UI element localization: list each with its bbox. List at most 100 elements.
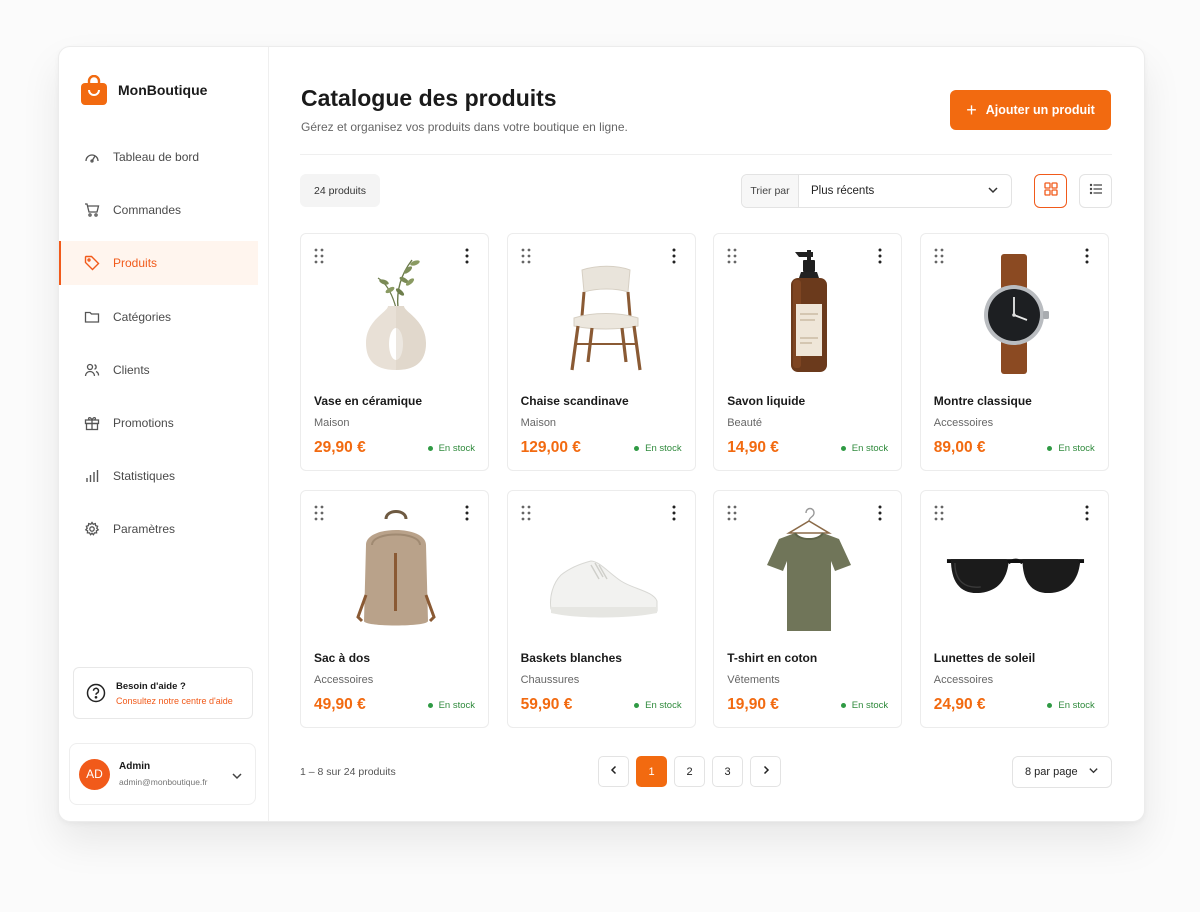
stock-label: En stock (645, 443, 682, 454)
product-name: Vase en céramique (314, 394, 423, 408)
users-icon (84, 362, 100, 378)
sort-control: Trier par Plus récents (741, 174, 1012, 208)
chevron-down-icon (987, 184, 999, 199)
sidebar-item-orders[interactable]: Commandes (59, 188, 269, 232)
product-card[interactable]: Lunettes de soleil Accessoires 24,90 € E… (919, 490, 1109, 728)
gear-icon (84, 521, 100, 537)
user-menu[interactable]: AD Admin admin@monboutique.fr (69, 743, 256, 805)
sidebar-item-settings[interactable]: Paramètres (59, 507, 269, 551)
sunglasses-image (941, 503, 1090, 637)
bar-chart-icon (84, 468, 100, 484)
stock-dot-icon (1047, 703, 1053, 708)
stock-status: En stock (634, 443, 682, 454)
help-circle-icon (86, 683, 106, 703)
product-price: 24,90 € (933, 696, 986, 713)
pagination-info: 1 – 8 sur 24 produits (300, 766, 396, 778)
product-card[interactable]: Sac à dos Accessoires 49,90 € En stock (300, 490, 489, 728)
stock-dot-icon (840, 703, 846, 708)
sidebar-item-clients[interactable]: Clients (59, 348, 269, 392)
sidebar-item-label: Clients (113, 362, 150, 377)
list-view-button[interactable] (1079, 174, 1112, 208)
shopping-bag-logo-icon (81, 74, 107, 105)
sneaker-image (528, 503, 677, 637)
stock-status: En stock (427, 700, 475, 711)
watch-image (941, 246, 1090, 380)
chevron-down-icon (1088, 765, 1099, 779)
sidebar-item-dashboard[interactable]: Tableau de bord (59, 135, 269, 179)
stock-dot-icon (1047, 446, 1053, 451)
product-price: 19,90 € (727, 696, 779, 713)
product-category: Maison (520, 417, 557, 429)
product-count-badge: 24 produits (300, 174, 380, 207)
next-page-button[interactable] (750, 756, 781, 787)
page-button[interactable]: 3 (712, 756, 743, 787)
sidebar-nav: Tableau de bord Commandes Produits Catég… (59, 135, 269, 561)
product-card[interactable]: Vase en céramique Maison 29,90 € En stoc… (300, 233, 489, 471)
chevron-right-icon (761, 765, 771, 778)
product-card[interactable]: T-shirt en coton Vêtements 19,90 € En st… (713, 490, 903, 728)
stock-dot-icon (634, 446, 640, 451)
page-title: Catalogue des produits (301, 85, 557, 111)
soap-bottle-image (734, 246, 883, 380)
help-text: Besoin d'aide ? Consultez notre centre d… (116, 681, 233, 706)
grid-icon (1043, 181, 1058, 201)
prev-page-button[interactable] (598, 756, 629, 787)
stock-status: En stock (634, 700, 682, 711)
chevron-down-icon[interactable] (231, 769, 243, 781)
stock-label: En stock (645, 700, 682, 711)
brand[interactable]: MonBoutique (81, 74, 207, 105)
gift-icon (84, 415, 100, 431)
product-name: Montre classique (933, 394, 1032, 408)
product-name: Chaise scandinave (520, 394, 629, 408)
sidebar-item-statistics[interactable]: Statistiques (59, 454, 269, 498)
vase-image (321, 246, 470, 380)
product-price: 89,00 € (933, 439, 986, 456)
stock-dot-icon (634, 703, 640, 708)
stock-label: En stock (851, 443, 889, 454)
dashboard-icon (84, 149, 100, 165)
stock-dot-icon (840, 446, 846, 451)
product-card[interactable]: Baskets blanches Chaussures 59,90 € En s… (506, 490, 696, 728)
page-button[interactable]: 2 (674, 756, 705, 787)
user-email: admin@monboutique.fr (119, 777, 208, 787)
cart-icon (84, 202, 100, 218)
user-name: Admin (119, 761, 151, 772)
product-card[interactable]: Chaise scandinave Maison 129,00 € En sto… (506, 233, 696, 471)
sidebar: MonBoutique Tableau de bord Commandes Pr… (59, 47, 269, 821)
product-category: Maison (314, 417, 350, 429)
help-center-link[interactable]: Consultez notre centre d'aide (116, 696, 233, 706)
sidebar-item-label: Commandes (113, 203, 182, 218)
sidebar-item-promotions[interactable]: Promotions (59, 401, 269, 445)
help-box[interactable]: Besoin d'aide ? Consultez notre centre d… (73, 667, 253, 719)
product-price: 14,90 € (727, 439, 779, 456)
avatar: AD (79, 758, 110, 790)
product-name: Sac à dos (314, 651, 371, 665)
product-card[interactable]: Savon liquide Beauté 14,90 € En stock (713, 233, 903, 471)
per-page-select[interactable]: 8 par page (1012, 756, 1112, 788)
sidebar-item-products[interactable]: Produits (59, 241, 258, 286)
product-price: 59,90 € (520, 696, 573, 713)
divider (300, 154, 1112, 155)
sidebar-item-label: Promotions (113, 415, 174, 430)
plus-icon: + (966, 100, 977, 120)
user-info: Admin admin@monboutique.fr (119, 761, 207, 787)
product-name: Lunettes de soleil (933, 651, 1036, 665)
sidebar-item-categories[interactable]: Catégories (59, 295, 269, 339)
product-name: Savon liquide (727, 394, 806, 408)
stock-status: En stock (1047, 443, 1095, 454)
product-category: Chaussures (520, 674, 580, 686)
stock-status: En stock (840, 700, 888, 711)
page-button[interactable]: 1 (636, 756, 667, 787)
sidebar-item-label: Statistiques (113, 469, 176, 484)
stock-label: En stock (1058, 443, 1095, 454)
product-card[interactable]: Montre classique Accessoires 89,00 € En … (919, 233, 1109, 471)
stock-status: En stock (427, 443, 475, 454)
list-icon (1089, 182, 1103, 201)
grid-view-button[interactable] (1034, 174, 1067, 208)
help-title: Besoin d'aide ? (116, 680, 186, 692)
sort-select[interactable]: Plus récents (799, 175, 1011, 207)
product-price: 49,90 € (314, 696, 366, 713)
add-product-button[interactable]: + Ajouter un produit (950, 90, 1111, 130)
main-content: Catalogue des produits Gérez et organise… (269, 47, 1144, 821)
product-category: Beauté (727, 417, 763, 429)
